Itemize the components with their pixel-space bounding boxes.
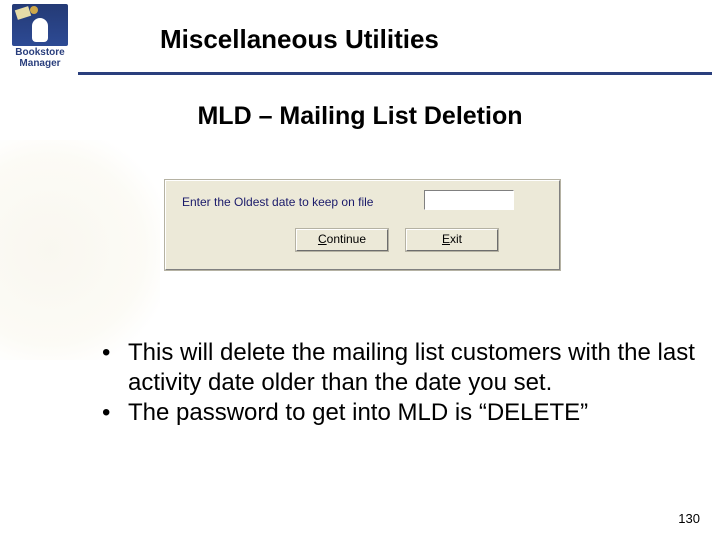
logo-text-line2: Manager	[19, 58, 60, 69]
continue-button[interactable]: Continue	[296, 229, 388, 251]
background-decoration	[0, 140, 160, 360]
logo-icon	[12, 4, 68, 46]
exit-button[interactable]: Exit	[406, 229, 498, 251]
title-underline	[78, 72, 712, 75]
logo-text-line1: Bookstore	[15, 47, 64, 58]
slide-header: Bookstore Manager Miscellaneous Utilitie…	[0, 0, 720, 76]
oldest-date-label: Enter the Oldest date to keep on file	[182, 195, 373, 209]
page-number: 130	[678, 511, 700, 526]
bullet-icon: •	[102, 398, 128, 428]
bullet-icon: •	[102, 338, 128, 368]
oldest-date-input[interactable]	[424, 190, 514, 210]
list-item: • This will delete the mailing list cust…	[102, 338, 704, 398]
list-item: • The password to get into MLD is “DELET…	[102, 398, 704, 428]
logo-text: Bookstore Manager	[15, 48, 64, 69]
slide-title: Miscellaneous Utilities	[160, 24, 439, 55]
bookstore-manager-logo: Bookstore Manager	[6, 4, 74, 72]
bullet-text: This will delete the mailing list custom…	[128, 338, 704, 398]
mld-dialog: Enter the Oldest date to keep on file Co…	[165, 180, 560, 270]
slide-subtitle: MLD – Mailing List Deletion	[0, 102, 720, 131]
bullet-text: The password to get into MLD is “DELETE”	[128, 398, 704, 428]
bullet-list: • This will delete the mailing list cust…	[102, 338, 704, 428]
